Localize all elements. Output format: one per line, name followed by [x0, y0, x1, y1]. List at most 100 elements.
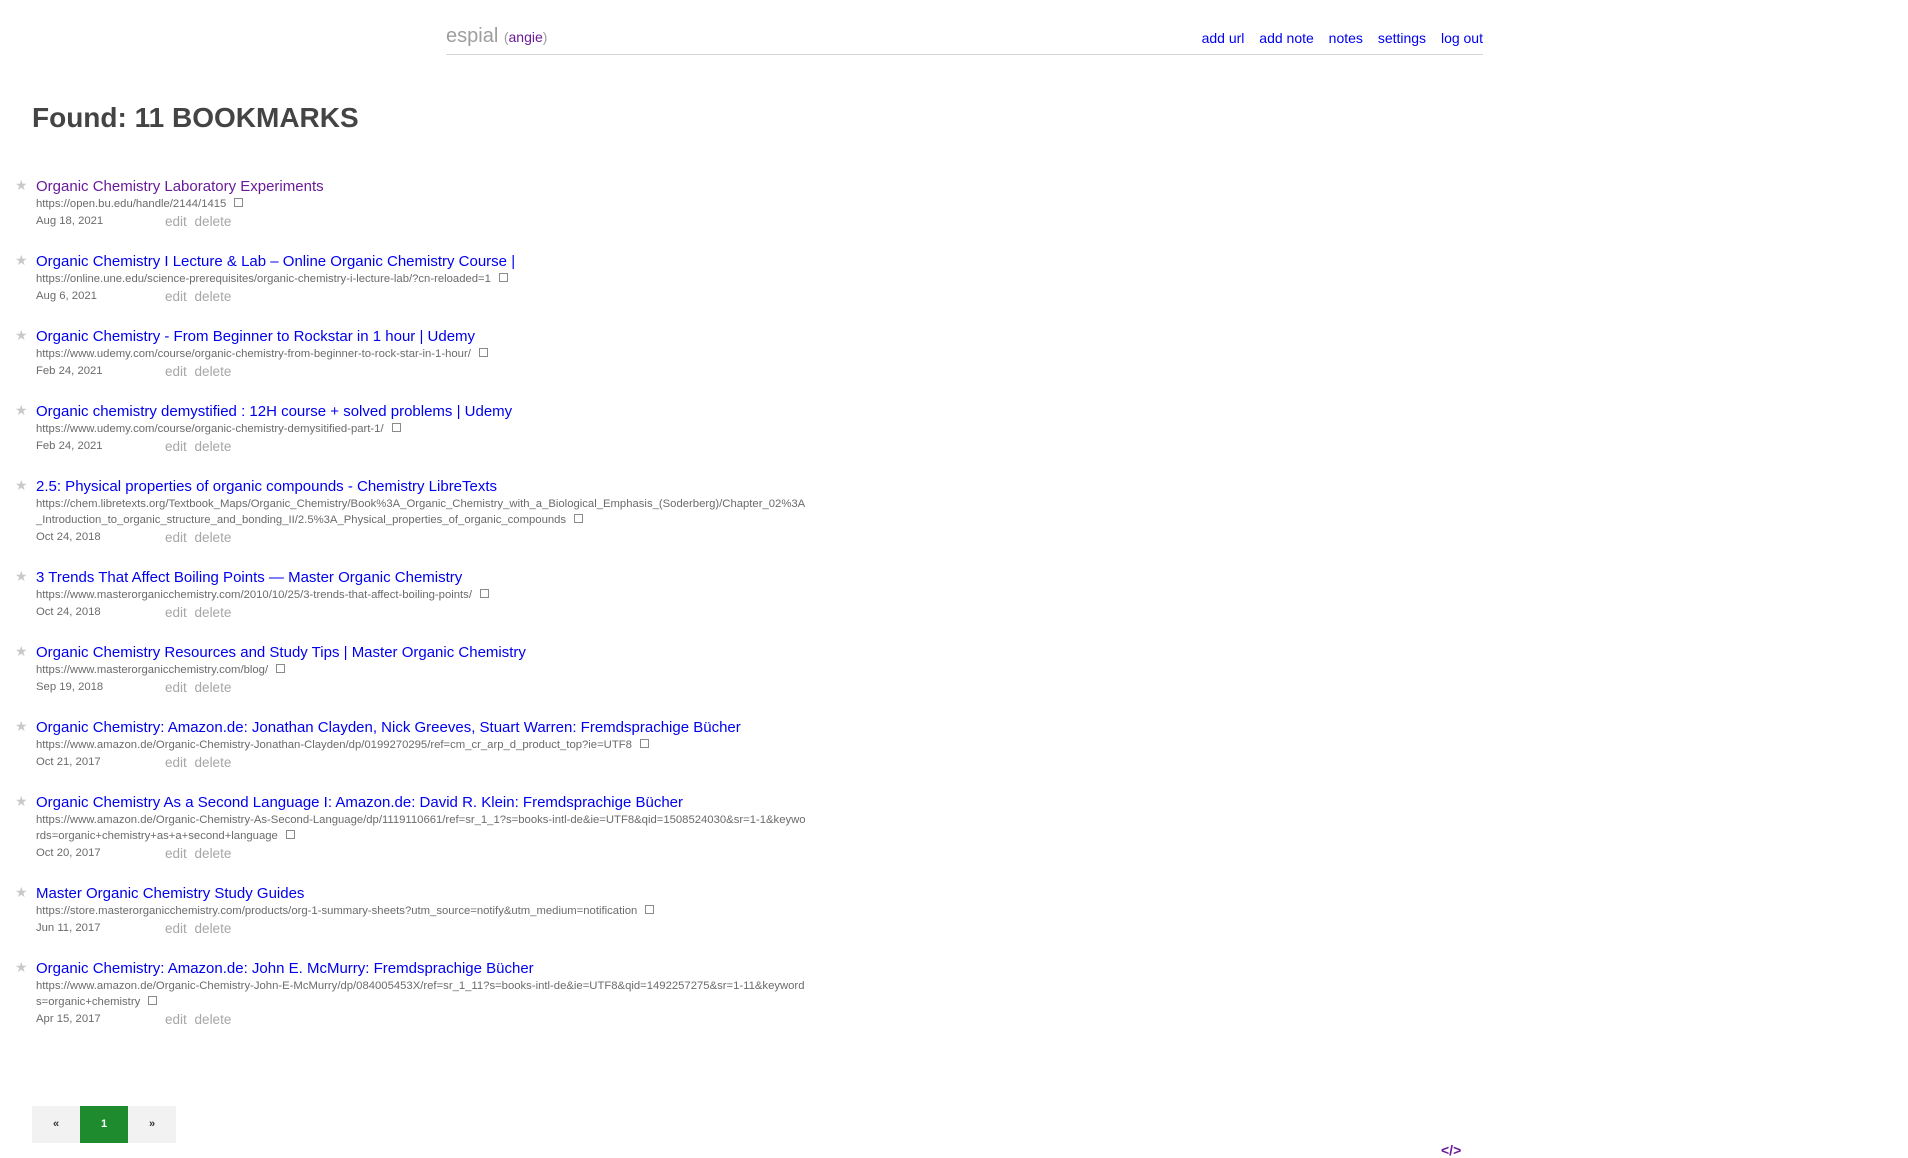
star-icon[interactable]: ★ — [15, 959, 28, 975]
edit-link[interactable]: edit — [165, 605, 187, 620]
settings-link[interactable]: settings — [1378, 30, 1426, 46]
star-icon[interactable]: ★ — [15, 252, 28, 268]
archive-box-icon[interactable] — [234, 198, 244, 207]
delete-link[interactable]: delete — [195, 846, 232, 861]
notes-link[interactable]: notes — [1329, 30, 1363, 46]
bookmark-title-link[interactable]: Organic Chemistry - From Beginner to Roc… — [36, 328, 900, 346]
results-heading: Found: 11 BOOKMARKS — [32, 102, 359, 133]
bookmark-item: ★ Master Organic Chemistry Study Guides ht… — [0, 884, 900, 937]
top-nav: add url add note notes settings log out — [1191, 30, 1483, 46]
archive-box-icon[interactable] — [479, 589, 489, 598]
pagination: « 1 » — [32, 1106, 176, 1143]
bookmark-actions: edit delete — [165, 605, 235, 620]
archive-box-icon[interactable] — [285, 830, 295, 839]
next-page-button[interactable]: » — [128, 1106, 176, 1143]
star-icon[interactable]: ★ — [15, 718, 28, 734]
delete-link[interactable]: delete — [195, 530, 232, 545]
bookmark-meta: Jun 11, 2017 edit delete — [36, 921, 900, 937]
bookmark-title-link[interactable]: 2.5: Physical properties of organic comp… — [36, 478, 900, 496]
prev-page-button[interactable]: « — [32, 1106, 80, 1143]
bookmark-date: Aug 18, 2021 — [36, 215, 104, 227]
bookmark-title-link[interactable]: Organic chemistry demystified : 12H cour… — [36, 403, 900, 421]
bookmark-title-link[interactable]: Master Organic Chemistry Study Guides — [36, 885, 900, 903]
delete-link[interactable]: delete — [195, 755, 232, 770]
star-icon[interactable]: ★ — [15, 402, 28, 418]
archive-box-icon[interactable] — [148, 996, 158, 1005]
star-icon[interactable]: ★ — [15, 643, 28, 659]
delete-link[interactable]: delete — [195, 605, 232, 620]
star-icon[interactable]: ★ — [15, 884, 28, 900]
edit-link[interactable]: edit — [165, 755, 187, 770]
bookmark-actions: edit delete — [165, 846, 235, 861]
edit-link[interactable]: edit — [165, 214, 187, 229]
delete-link[interactable]: delete — [195, 214, 232, 229]
top-header: espial (angie) add url add note notes se… — [446, 20, 1483, 55]
edit-link[interactable]: edit — [165, 530, 187, 545]
bookmark-actions: edit delete — [165, 214, 235, 229]
bookmark-date: Oct 20, 2017 — [36, 847, 101, 859]
bookmark-date: Oct 24, 2018 — [36, 606, 101, 618]
archive-box-icon[interactable] — [498, 273, 508, 282]
delete-link[interactable]: delete — [195, 1012, 232, 1027]
bookmark-meta: Apr 15, 2017 edit delete — [36, 1012, 900, 1028]
edit-link[interactable]: edit — [165, 680, 187, 695]
star-icon[interactable]: ★ — [15, 793, 28, 809]
bookmark-meta: Oct 24, 2018 edit delete — [36, 530, 900, 546]
delete-link[interactable]: delete — [195, 364, 232, 379]
add-url-link[interactable]: add url — [1202, 30, 1245, 46]
bookmark-title-link[interactable]: Organic Chemistry I Lecture & Lab – Onli… — [36, 253, 900, 271]
bookmark-url: https://www.udemy.com/course/organic-che… — [36, 423, 384, 435]
star-icon[interactable]: ★ — [15, 177, 28, 193]
edit-link[interactable]: edit — [165, 846, 187, 861]
bookmark-url-line: https://www.masterorganicchemistry.com/b… — [36, 662, 806, 678]
bookmark-actions: edit delete — [165, 439, 235, 454]
bookmark-title-link[interactable]: Organic Chemistry Resources and Study Ti… — [36, 644, 900, 662]
bookmark-url-line: https://open.bu.edu/handle/2144/1415 — [36, 196, 806, 212]
delete-link[interactable]: delete — [195, 680, 232, 695]
star-icon[interactable]: ★ — [15, 327, 28, 343]
edit-link[interactable]: edit — [165, 439, 187, 454]
bookmark-title-link[interactable]: 3 Trends That Affect Boiling Points — Ma… — [36, 569, 900, 587]
username-link[interactable]: angie — [509, 29, 543, 45]
archive-box-icon[interactable] — [478, 348, 488, 357]
edit-link[interactable]: edit — [165, 364, 187, 379]
page-1-button[interactable]: 1 — [80, 1106, 128, 1143]
edit-link[interactable]: edit — [165, 1012, 187, 1027]
bookmark-actions: edit delete — [165, 1012, 235, 1027]
bookmark-list: ★ Organic Chemistry Laboratory Experiment… — [0, 177, 900, 1051]
add-note-link[interactable]: add note — [1259, 30, 1314, 46]
delete-link[interactable]: delete — [195, 289, 232, 304]
archive-box-icon[interactable] — [645, 905, 655, 914]
bookmark-url: https://open.bu.edu/handle/2144/1415 — [36, 198, 227, 210]
archive-box-icon[interactable] — [574, 514, 584, 523]
bookmark-title-link[interactable]: Organic Chemistry Laboratory Experiments — [36, 178, 900, 196]
bookmark-url: https://online.une.edu/science-prerequis… — [36, 273, 491, 285]
delete-link[interactable]: delete — [195, 439, 232, 454]
bookmark-meta: Aug 18, 2021 edit delete — [36, 214, 900, 230]
edit-link[interactable]: edit — [165, 921, 187, 936]
bookmark-title-link[interactable]: Organic Chemistry As a Second Language I… — [36, 794, 900, 812]
bookmark-url-line: https://www.masterorganicchemistry.com/2… — [36, 587, 806, 603]
logout-link[interactable]: log out — [1441, 30, 1483, 46]
bookmark-title-link[interactable]: Organic Chemistry: Amazon.de: John E. Mc… — [36, 960, 900, 978]
bookmark-item: ★ 3 Trends That Affect Boiling Points — M… — [0, 568, 900, 621]
bookmark-url: https://store.masterorganicchemistry.com… — [36, 905, 638, 917]
archive-box-icon[interactable] — [639, 739, 649, 748]
bookmark-actions: edit delete — [165, 289, 235, 304]
star-icon[interactable]: ★ — [15, 477, 28, 493]
bookmark-url: https://www.udemy.com/course/organic-che… — [36, 348, 471, 360]
archive-box-icon[interactable] — [276, 664, 286, 673]
bookmark-url-line: https://chem.libretexts.org/Textbook_Map… — [36, 496, 806, 528]
delete-link[interactable]: delete — [195, 921, 232, 936]
star-icon[interactable]: ★ — [15, 568, 28, 584]
bookmark-meta: Feb 24, 2021 edit delete — [36, 364, 900, 380]
source-code-link[interactable]: </> — [1441, 1142, 1461, 1158]
bookmark-actions: edit delete — [165, 530, 235, 545]
bookmark-actions: edit delete — [165, 755, 235, 770]
archive-box-icon[interactable] — [391, 423, 401, 432]
bookmark-actions: edit delete — [165, 364, 235, 379]
bookmark-title-link[interactable]: Organic Chemistry: Amazon.de: Jonathan C… — [36, 719, 900, 737]
bookmark-item: ★ Organic Chemistry Laboratory Experiment… — [0, 177, 900, 230]
bookmark-url: https://www.amazon.de/Organic-Chemistry-… — [36, 739, 632, 751]
edit-link[interactable]: edit — [165, 289, 187, 304]
